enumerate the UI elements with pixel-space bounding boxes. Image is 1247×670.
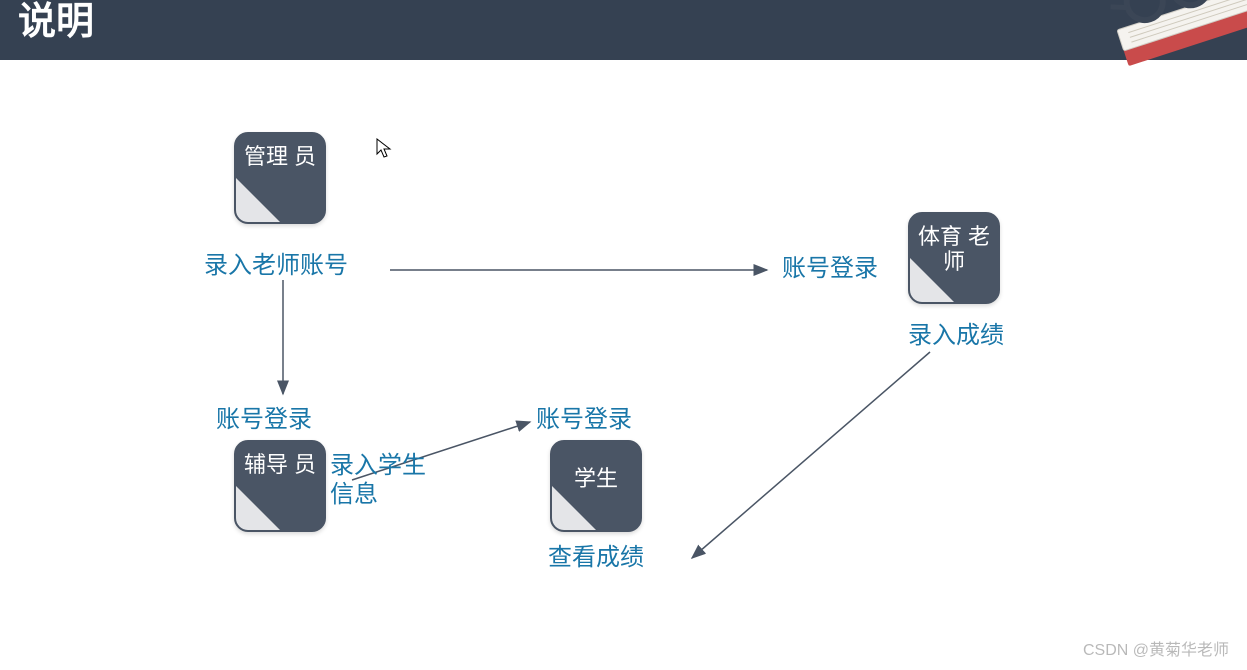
book-glasses-decoration xyxy=(1097,0,1247,110)
watermark: CSDN @黄菊华老师 xyxy=(1083,636,1229,660)
label-enter-score: 录入成绩 xyxy=(908,322,1004,351)
node-pe-teacher: 体育 老师 xyxy=(908,212,1000,304)
page-title: 说明 xyxy=(18,0,94,45)
node-pe-teacher-label: 体育 老师 xyxy=(910,224,998,275)
label-view-score: 查看成绩 xyxy=(548,544,644,573)
label-account-login-pe: 账号登录 xyxy=(782,255,878,284)
label-account-login-tutor: 账号登录 xyxy=(216,406,312,435)
page-header: 说明 xyxy=(0,0,1247,60)
label-account-login-student: 账号登录 xyxy=(536,406,632,435)
node-student: 学生 xyxy=(550,440,642,532)
node-tutor-label: 辅导 员 xyxy=(236,452,324,477)
diagram-arrows xyxy=(0,60,1247,670)
node-student-label: 学生 xyxy=(552,466,640,491)
node-tutor: 辅导 员 xyxy=(234,440,326,532)
diagram-canvas: 管理 员 体育 老师 辅导 员 学生 录入老师账号 账号登录 录入成绩 账号登录… xyxy=(0,60,1247,670)
label-enter-student-info: 录入学生 信息 xyxy=(330,452,426,510)
label-enter-teacher-account: 录入老师账号 xyxy=(204,252,348,281)
node-admin-label: 管理 员 xyxy=(236,144,324,169)
node-admin: 管理 员 xyxy=(234,132,326,224)
cursor-icon xyxy=(376,138,392,163)
